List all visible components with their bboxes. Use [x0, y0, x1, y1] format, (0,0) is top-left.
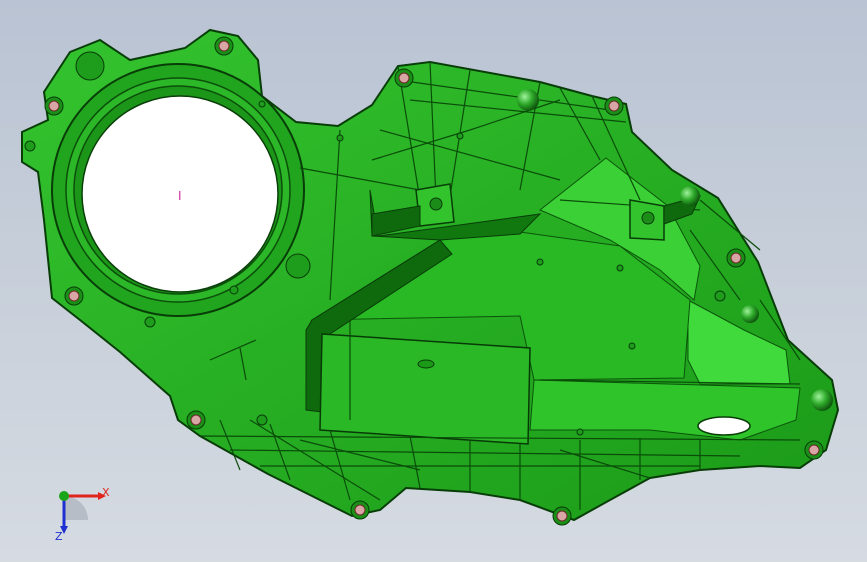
- fastener-boss: [726, 248, 746, 268]
- lower-oval-slot: [697, 416, 751, 436]
- fastener-boss: [214, 36, 234, 56]
- sphere-feature: [680, 186, 700, 206]
- fastener-boss: [552, 506, 572, 526]
- coordinate-triad: X Z: [50, 480, 120, 550]
- sphere-feature: [741, 305, 759, 323]
- cad-model-view[interactable]: I: [0, 0, 867, 562]
- fastener-boss: [186, 410, 206, 430]
- fastener-boss: [394, 68, 414, 88]
- fastener-boss: [804, 440, 824, 460]
- z-axis-label: Z: [55, 530, 63, 543]
- sphere-feature: [811, 389, 833, 411]
- fastener-boss: [604, 96, 624, 116]
- sphere-feature: [517, 89, 539, 111]
- fastener-boss: [64, 286, 84, 306]
- cad-viewport[interactable]: I X Z: [0, 0, 867, 562]
- cursor-marker: I: [178, 189, 182, 203]
- fastener-boss: [350, 500, 370, 520]
- center-small-slot: [417, 359, 435, 369]
- x-axis-label: X: [102, 486, 110, 499]
- inner-rect-plate: [319, 333, 531, 445]
- fastener-boss: [44, 96, 64, 116]
